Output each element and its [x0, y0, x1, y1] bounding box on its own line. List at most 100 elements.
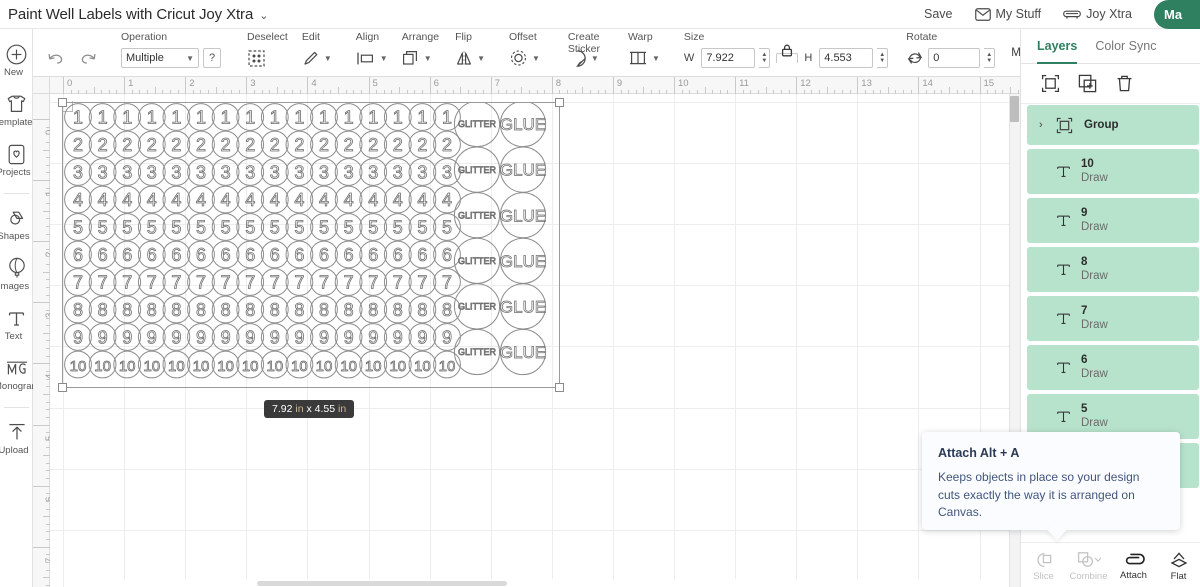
sticker-icon[interactable]	[568, 49, 587, 68]
redo-icon[interactable]	[80, 52, 97, 65]
chevron-down-icon[interactable]: ▼	[380, 54, 388, 63]
sidebar-item-images[interactable]: Images	[0, 257, 33, 292]
sidebar-label-images: Images	[0, 281, 30, 292]
width-stepper[interactable]: ▲ ▼	[759, 48, 771, 68]
combine-button[interactable]: Combine	[1066, 551, 1111, 582]
offset-group[interactable]: Offset ▼	[497, 31, 552, 75]
sidebar-item-projects[interactable]: Projects	[0, 143, 33, 178]
resize-handle-bl[interactable]	[58, 383, 67, 392]
ruler-major-tick	[735, 77, 737, 94]
resize-handle-tl[interactable]	[58, 98, 67, 107]
ruler-minor-tick	[826, 87, 828, 94]
deselect-group[interactable]: Deselect	[235, 31, 296, 75]
resize-handle-br[interactable]	[555, 383, 564, 392]
arrange-icon[interactable]	[402, 50, 420, 66]
save-button[interactable]: Save	[924, 7, 953, 21]
undo-icon[interactable]	[47, 52, 64, 65]
upload-icon	[7, 421, 27, 443]
tshirt-icon	[6, 93, 27, 115]
text-layer-icon	[1055, 310, 1072, 327]
layer-row[interactable]: 6 Draw	[1027, 345, 1199, 390]
rotate-icon[interactable]	[906, 50, 924, 66]
text-layer-icon	[1055, 359, 1072, 376]
arrange-group[interactable]: Arrange ▼	[394, 31, 445, 75]
layer-operation: Draw	[1081, 269, 1108, 282]
size-badge-h: 4.55	[314, 403, 336, 415]
lock-ratio-toggle[interactable]	[774, 44, 800, 70]
ruler-minor-tick	[43, 149, 50, 151]
sidebar-item-text[interactable]: Text	[0, 307, 33, 342]
operation-help-button[interactable]: ?	[203, 48, 221, 68]
offset-label: Offset	[508, 31, 537, 43]
sidebar-item-new[interactable]: New	[0, 43, 33, 78]
align-group[interactable]: Align ▼	[346, 31, 394, 75]
layer-text-block: 5 Draw	[1081, 403, 1108, 429]
chevron-down-icon[interactable]: ▼	[477, 54, 485, 63]
slice-button[interactable]: Slice	[1021, 551, 1066, 582]
layer-row[interactable]: 10 Draw	[1027, 149, 1199, 194]
sidebar-item-templates[interactable]: Templates	[0, 93, 33, 128]
offset-icon[interactable]	[509, 49, 528, 67]
flip-group[interactable]: Flip ▼	[445, 31, 493, 75]
ruler-corner	[33, 77, 50, 94]
layer-row[interactable]: 8 Draw	[1027, 247, 1199, 292]
tab-layers[interactable]: Layers	[1037, 29, 1078, 64]
tab-color-sync[interactable]: Color Sync	[1095, 29, 1156, 64]
make-it-button[interactable]: Ma	[1154, 0, 1200, 29]
layer-row[interactable]: 7 Draw	[1027, 296, 1199, 341]
flip-icon[interactable]	[455, 50, 473, 66]
layer-row[interactable]: 9 Draw	[1027, 198, 1199, 243]
create-sticker-group[interactable]: Create Sticker ▼	[556, 31, 612, 75]
chevron-down-icon[interactable]: ▼	[424, 54, 432, 63]
chevron-down-icon[interactable]: ▼	[532, 54, 540, 63]
ruler-tick-label: 5	[372, 78, 378, 89]
chevron-down-icon[interactable]: ▼	[652, 54, 660, 63]
chevron-down-icon[interactable]: ▼	[324, 54, 332, 63]
operation-select[interactable]: Multiple ▼	[121, 48, 199, 68]
sidebar-item-upload[interactable]: Upload	[0, 421, 33, 456]
selection-bounding-box[interactable]	[58, 98, 564, 392]
deselect-icon[interactable]	[247, 49, 266, 68]
height-input[interactable]: 4.553	[819, 48, 874, 68]
pencil-icon[interactable]	[302, 49, 320, 67]
rotate-input[interactable]: 0	[928, 48, 981, 68]
height-prefix: H	[804, 52, 813, 64]
canvas-grid[interactable]: 1111111111111111222222222222222233333333…	[50, 94, 1020, 587]
attach-button[interactable]: Attach	[1111, 552, 1156, 581]
chevron-right-icon[interactable]: ›	[1039, 119, 1047, 131]
my-stuff-button[interactable]: My Stuff	[974, 7, 1041, 21]
ruler-major-tick	[33, 363, 50, 365]
warp-icon[interactable]	[628, 50, 648, 66]
delete-icon[interactable]	[1115, 74, 1134, 93]
tab-color-sync-label: Color Sync	[1095, 39, 1157, 53]
ruler-minor-tick	[948, 87, 950, 94]
project-title[interactable]: Paint Well Labels with Cricut Joy Xtra ⌄	[8, 6, 268, 23]
group-icon[interactable]	[1041, 74, 1060, 93]
machine-selector[interactable]: Joy Xtra	[1063, 7, 1132, 21]
chevron-down-icon[interactable]: ▼	[591, 54, 599, 63]
horizontal-ruler: 0 1 2 3 4 5 6 7 8 9 10 11 12 13 14 15	[33, 77, 1020, 94]
horizontal-scroll-thumb[interactable]	[257, 581, 507, 586]
width-input[interactable]: 7.922	[701, 48, 756, 68]
sidebar-label-new: New	[3, 67, 23, 78]
align-icon[interactable]	[356, 51, 376, 66]
edit-group[interactable]: Edit ▼	[296, 31, 342, 75]
duplicate-icon[interactable]	[1078, 74, 1097, 93]
vertical-scroll-thumb[interactable]	[1010, 96, 1019, 122]
warp-group[interactable]: Warp ▼	[616, 31, 670, 75]
rotate-stepper[interactable]: ▲ ▼	[984, 48, 996, 68]
chevron-down-icon[interactable]: ⌄	[259, 9, 268, 22]
resize-handle-tr[interactable]	[555, 98, 564, 107]
operation-value: Multiple	[126, 52, 164, 64]
lock-icon[interactable]	[781, 44, 793, 57]
height-stepper[interactable]: ▲ ▼	[877, 48, 889, 68]
canvas-area[interactable]: 0123456789101112131415 01234567 11111111…	[33, 77, 1020, 587]
sidebar-item-shapes[interactable]: Shapes	[0, 207, 33, 242]
layer-row[interactable]: › Group	[1027, 105, 1199, 145]
layer-name: 5	[1081, 403, 1088, 416]
flatten-button[interactable]: Flat	[1156, 551, 1200, 582]
horizontal-scrollbar[interactable]	[67, 579, 1020, 587]
warp-label: Warp	[628, 31, 653, 43]
sidebar-item-monogram[interactable]: Monogram	[0, 357, 33, 392]
layer-text-block: 8 Draw	[1081, 256, 1108, 282]
